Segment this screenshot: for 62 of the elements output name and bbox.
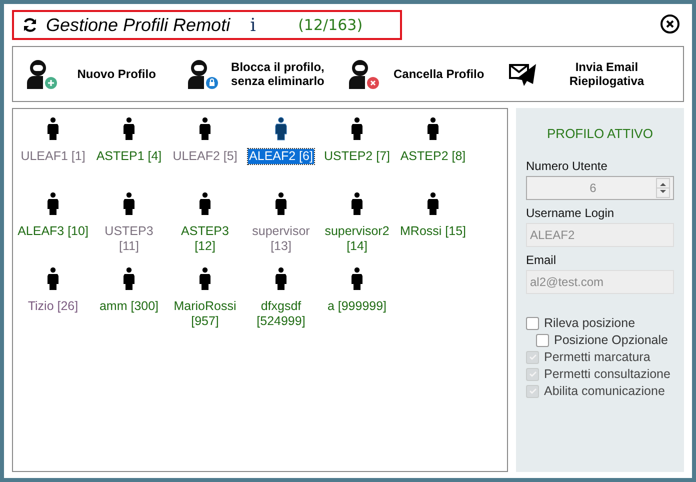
field-label: Username Login [526, 206, 616, 220]
profile-item[interactable]: ASTEP3 [12] [168, 224, 242, 254]
user-icon [199, 117, 211, 141]
field-label: Numero Utente [526, 159, 608, 173]
checkbox-label: Abilita comunicazione [544, 384, 665, 398]
send-mail-icon [508, 61, 538, 87]
profile-item[interactable]: USTEP2 [7] [320, 149, 394, 164]
profile-item[interactable]: USTEP3 [11] [92, 224, 166, 254]
refresh-icon[interactable] [22, 17, 38, 33]
profile-item[interactable]: ULEAF2 [5] [168, 149, 242, 164]
user-icon [123, 192, 135, 216]
profile-item[interactable]: ALEAF3 [10] [16, 224, 90, 239]
profile-item[interactable]: dfxgsdf [524999] [244, 299, 318, 329]
profile-item[interactable]: supervisor [13] [244, 224, 318, 254]
profile-item[interactable]: supervisor2 [14] [320, 224, 394, 254]
window-title: Gestione Profili Remoti [46, 14, 230, 36]
checkbox-label: Posizione Opzionale [554, 333, 668, 347]
checkbox-label: Permetti consultazione [544, 367, 670, 381]
toolbar-button[interactable]: Nuovo Profilo [23, 55, 172, 93]
checkbox[interactable] [536, 334, 549, 346]
profile-item[interactable]: MarioRossi [957] [168, 299, 242, 329]
toolbar-button[interactable]: Invia Email Riepilogativa [506, 58, 673, 90]
user-icon [47, 117, 59, 141]
user-icon [275, 192, 287, 216]
checkbox-label: Rileva posizione [544, 316, 636, 330]
profile-item[interactable]: ALEAF2 [6] [248, 149, 314, 164]
check-icon [528, 387, 536, 395]
user-icon [275, 267, 287, 291]
user-icon [427, 117, 439, 141]
field-label: Email [526, 253, 558, 267]
user-icon [351, 117, 363, 141]
panel-heading: PROFILO ATTIVO [546, 126, 654, 141]
toolbar-button[interactable]: Blocca il profilo, senza eliminarlo [184, 55, 334, 93]
user-icon [199, 192, 211, 216]
user-badge-icon [186, 57, 220, 91]
user-icon [47, 192, 59, 216]
user-icon [123, 267, 135, 291]
profile-item[interactable]: amm [300] [92, 299, 166, 314]
user-badge-icon [25, 57, 59, 91]
profile-count: (12/163) [298, 16, 363, 34]
check-icon [528, 353, 536, 361]
profile-item[interactable]: ASTEP2 [8] [396, 149, 470, 164]
profile-item[interactable]: a [999999] [320, 299, 394, 314]
profile-item[interactable]: ASTEP1 [4] [92, 149, 166, 164]
user-icon [427, 192, 439, 216]
close-button[interactable] [660, 14, 680, 36]
user-icon [351, 192, 363, 216]
profile-item[interactable]: MRossi [15] [396, 224, 470, 239]
user-icon [275, 117, 287, 141]
check-icon [528, 370, 536, 378]
user-badge-icon [347, 57, 382, 91]
checkbox-label: Permetti marcatura [544, 350, 650, 364]
toolbar-button[interactable]: Cancella Profilo [345, 55, 494, 93]
user-icon [123, 117, 135, 141]
profile-item[interactable]: ULEAF1 [1] [16, 149, 90, 164]
checkbox[interactable] [526, 316, 539, 330]
info-button[interactable]: i [250, 14, 290, 36]
user-icon [47, 267, 59, 291]
close-icon [660, 14, 680, 34]
user-icon [351, 267, 363, 291]
user-icon [199, 267, 211, 291]
profile-item[interactable]: Tizio [26] [16, 299, 90, 314]
